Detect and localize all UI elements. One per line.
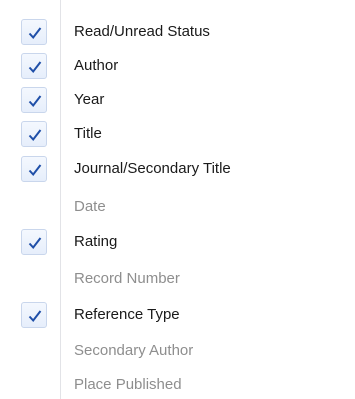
menu-item-record-number: Record Number <box>0 263 355 297</box>
menu-item-label: Title <box>74 125 102 142</box>
menu-item-label: Record Number <box>74 270 180 287</box>
menu-item-rating[interactable]: Rating <box>0 226 355 260</box>
menu-item-author[interactable]: Author <box>0 50 355 84</box>
menu-item-date: Date <box>0 191 355 225</box>
checkmark-icon <box>28 310 42 323</box>
menu-item-label: Reference Type <box>74 306 180 323</box>
menu-item-label: Year <box>74 91 105 108</box>
checkmark-icon <box>28 27 42 40</box>
menu-item-label: Journal/Secondary Title <box>74 160 231 177</box>
checkmark-icon <box>28 61 42 74</box>
menu-item-checkbox <box>21 302 47 328</box>
column-visibility-menu: Read/Unread Status Author Year Title Jou… <box>0 0 355 399</box>
menu-item-checkbox <box>21 19 47 45</box>
menu-item-year[interactable]: Year <box>0 84 355 118</box>
checkmark-icon <box>28 95 42 108</box>
menu-item-secondary-author: Secondary Author <box>0 335 355 369</box>
menu-item-place-published: Place Published <box>0 369 355 399</box>
menu-item-label: Rating <box>74 233 118 250</box>
menu-item-label: Secondary Author <box>74 342 194 359</box>
menu-item-label: Read/Unread Status <box>74 23 210 40</box>
menu-item-reference-type[interactable]: Reference Type <box>0 299 355 333</box>
menu-item-checkbox <box>21 87 47 113</box>
menu-item-label: Place Published <box>74 376 182 393</box>
menu-item-label: Date <box>74 198 106 215</box>
menu-item-label: Author <box>74 57 119 74</box>
menu-item-checkbox <box>21 53 47 79</box>
menu-item-checkbox <box>21 229 47 255</box>
checkmark-icon <box>28 164 42 177</box>
menu-item-journal-secondary-title[interactable]: Journal/Secondary Title <box>0 153 355 187</box>
menu-item-checkbox <box>21 121 47 147</box>
checkmark-icon <box>28 129 42 142</box>
menu-item-checkbox <box>21 156 47 182</box>
menu-item-read-unread-status[interactable]: Read/Unread Status <box>0 16 355 50</box>
checkmark-icon <box>28 237 42 250</box>
menu-item-title[interactable]: Title <box>0 118 355 152</box>
